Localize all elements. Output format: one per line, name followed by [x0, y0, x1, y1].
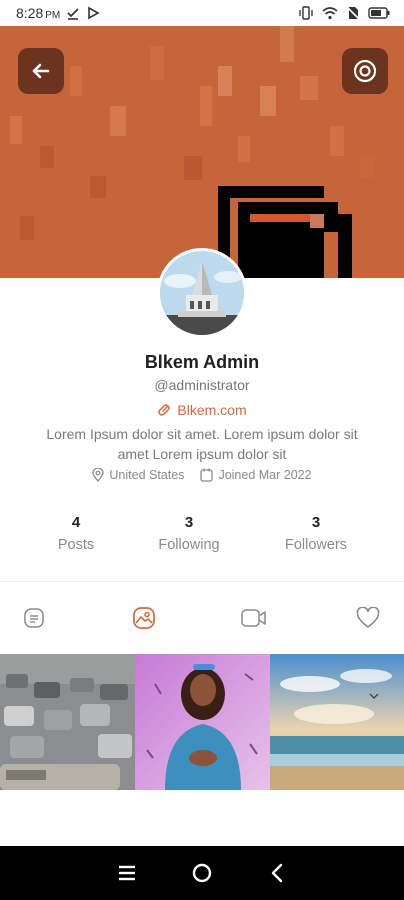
stats-row: 4 Posts 3 Following 3 Followers: [0, 514, 404, 562]
website-text: Blkem.com: [177, 402, 247, 418]
avatar-image: [160, 251, 244, 335]
grid-item-woman[interactable]: [135, 654, 270, 790]
likes-tab[interactable]: [348, 598, 388, 638]
joined-text: Joined Mar 2022: [218, 468, 312, 482]
calendar-icon: [200, 468, 214, 482]
website-link[interactable]: Blkem.com: [0, 402, 404, 418]
stat-posts[interactable]: 4 Posts: [16, 514, 136, 553]
location-pin-icon: [92, 468, 105, 482]
home-button[interactable]: [182, 853, 222, 893]
back-icon: [271, 863, 282, 883]
status-time: 8:28 PM: [16, 5, 61, 21]
status-bar: 8:28 PM: [0, 0, 404, 26]
recents-button[interactable]: [107, 853, 147, 893]
wifi-icon: [322, 7, 338, 20]
stat-count: 3: [184, 514, 194, 531]
arrow-left-icon: [32, 63, 50, 79]
status-right: [298, 6, 390, 20]
nav-back-button[interactable]: [257, 853, 297, 893]
joined-date: Joined Mar 2022: [200, 468, 312, 482]
no-sim-icon: [346, 6, 360, 20]
profile-handle: @administrator: [154, 377, 250, 393]
settings-circle-icon: [353, 59, 377, 83]
vibrate-icon: [299, 6, 313, 20]
traffic-jam-photo: [0, 654, 135, 790]
grid-item-beach[interactable]: [270, 654, 404, 790]
heart-icon: [356, 607, 380, 628]
location: United States: [92, 468, 184, 482]
beach-sunset-photo: [270, 654, 404, 790]
video-camera-icon: [241, 609, 266, 627]
photos-tab[interactable]: [124, 598, 164, 638]
stat-count: 3: [311, 514, 321, 531]
check-download-icon: [67, 8, 79, 20]
image-icon: [133, 607, 155, 629]
stat-label: Posts: [57, 537, 95, 553]
status-left: 8:28 PM: [16, 5, 100, 21]
recents-icon: [119, 865, 136, 881]
cover-banner: [0, 26, 404, 278]
play-store-icon: [88, 6, 100, 20]
stat-count: 4: [71, 514, 81, 531]
document-icon: [24, 608, 44, 628]
content-tabs: [0, 598, 404, 638]
photo-grid: [0, 654, 404, 790]
location-text: United States: [109, 468, 185, 482]
status-ampm: PM: [45, 10, 61, 21]
back-button[interactable]: [18, 48, 64, 94]
woman-teal-shirt-photo: [135, 654, 270, 790]
stat-label: Followers: [284, 537, 348, 553]
home-icon: [192, 863, 212, 883]
stat-label: Following: [158, 537, 220, 553]
battery-icon: [368, 7, 390, 19]
system-nav-bar: [0, 846, 404, 900]
meta-row: United States Joined Mar 2022: [0, 468, 404, 482]
stat-followers[interactable]: 3 Followers: [256, 514, 376, 553]
link-icon: [158, 404, 171, 416]
profile-name: Blkem Admin: [144, 352, 260, 372]
divider: [0, 581, 404, 582]
posts-tab[interactable]: [14, 598, 54, 638]
avatar[interactable]: [157, 248, 247, 338]
profile-bio: Lorem Ipsum dolor sit amet. Lorem ipsum …: [46, 426, 358, 462]
videos-tab[interactable]: [234, 598, 274, 638]
settings-button[interactable]: [342, 48, 388, 94]
stat-following[interactable]: 3 Following: [129, 514, 249, 553]
grid-item-traffic[interactable]: [0, 654, 135, 790]
